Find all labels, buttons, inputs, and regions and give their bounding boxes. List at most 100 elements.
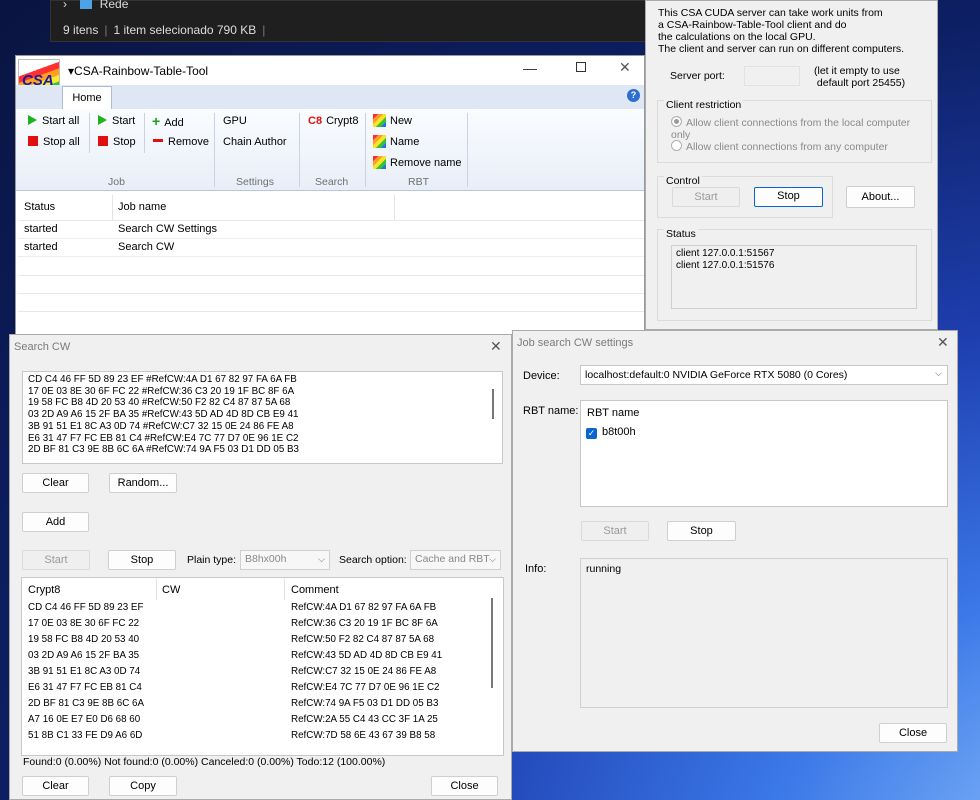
add-button[interactable]: Add	[22, 512, 89, 532]
tab-home[interactable]: Home	[62, 86, 112, 110]
maximize-icon[interactable]	[576, 62, 586, 72]
column-job-name[interactable]: Job name	[118, 201, 166, 213]
close-icon[interactable]: ✕	[490, 338, 502, 355]
crypt8-input-textarea[interactable]: CD C4 46 FF 5D 89 23 EF #RefCW:4A D1 67 …	[22, 371, 503, 464]
device-select[interactable]: localhost:default:0 NVIDIA GeForce RTX 5…	[580, 365, 948, 385]
rbt-item-label: b8t00h	[602, 426, 636, 438]
table-row[interactable]: 03 2D A9 A6 15 2F BA 35 RefCW:43 5D AD 4D…	[22, 648, 490, 664]
chevron-right-icon[interactable]: ›	[63, 0, 67, 11]
plain-type-select[interactable]: B8hx00h ⌵	[240, 550, 330, 570]
results-list: Crypt8 CW Comment CD C4 46 FF 5D 89 23 E…	[21, 577, 504, 756]
job-close-button[interactable]: Close	[879, 723, 947, 743]
table-row[interactable]: CD C4 46 FF 5D 89 23 EF RefCW:4A D1 67 82…	[22, 600, 490, 616]
table-row[interactable]: started Search CW Settings	[18, 221, 644, 239]
table-row[interactable]: A7 16 0E E7 E0 D6 68 60 RefCW:2A 55 C4 43…	[22, 712, 490, 728]
rbt-list: RBT name ✓ b8t00h	[580, 400, 948, 507]
clear-results-button[interactable]: Clear	[22, 776, 89, 796]
table-row[interactable]: E6 31 47 F7 FC EB 81 C4 RefCW:E4 7C 77 D7…	[22, 680, 490, 696]
column-divider	[284, 578, 285, 600]
stop-label: Stop	[113, 136, 136, 148]
search-cw-window: Search CW ✕ CD C4 46 FF 5D 89 23 EF #Ref…	[9, 334, 512, 800]
random-button[interactable]: Random...	[109, 473, 177, 493]
cell-comment: RefCW:50 F2 82 C4 87 87 5A 68	[291, 634, 435, 645]
start-all-label: Start all	[42, 115, 80, 127]
radio-selected-icon	[671, 116, 682, 127]
plus-icon: +	[152, 113, 161, 129]
separator	[467, 113, 468, 187]
rbt-remove-name-label: Remove name	[390, 157, 462, 169]
c8-icon: C8	[308, 115, 323, 127]
rbt-new-button[interactable]: New	[373, 114, 412, 127]
minimize-icon[interactable]: —	[523, 60, 537, 76]
column-crypt8[interactable]: Crypt8	[28, 584, 60, 596]
row-status: started	[24, 223, 58, 235]
close-icon[interactable]: ✕	[937, 334, 949, 351]
file-explorer-window: › Rede 9 itens | 1 item selecionado 790 KB…	[50, 0, 650, 42]
cell-comment: RefCW:7D 58 6E 43 67 39 B8 58	[291, 730, 436, 741]
table-row[interactable]: 2D BF 81 C3 9E 8B 6C 6A RefCW:74 9A F5 03…	[22, 696, 490, 712]
server-status-log: client 127.0.0.1:51567 client 127.0.0.1:…	[671, 245, 917, 309]
cell-crypt8: 03 2D A9 A6 15 2F BA 35	[28, 650, 140, 661]
stop-button[interactable]: Stop	[98, 136, 136, 148]
table-row[interactable]: 51 8B C1 33 FE D9 A6 6D RefCW:7D 58 6E 43…	[22, 728, 490, 744]
nav-item-network[interactable]: Rede	[100, 0, 129, 11]
column-comment[interactable]: Comment	[291, 584, 339, 596]
help-icon[interactable]: ?	[627, 89, 640, 102]
gpu-button[interactable]: GPU	[223, 115, 247, 127]
cell-crypt8: A7 16 0E E7 E0 D6 68 60	[28, 714, 141, 725]
cell-comment: RefCW:4A D1 67 82 97 FA 6A FB	[291, 602, 437, 613]
rbt-name-button[interactable]: Name	[373, 135, 419, 148]
search-cw-title: Search CW	[14, 341, 71, 353]
plain-type-value: B8hx00h	[245, 553, 287, 565]
search-stop-button[interactable]: Stop	[108, 550, 176, 570]
checkbox-checked-icon[interactable]: ✓	[586, 428, 597, 439]
clear-input-button[interactable]: Clear	[22, 473, 89, 493]
copy-button[interactable]: Copy	[109, 776, 177, 796]
stop-all-button[interactable]: Stop all	[28, 136, 80, 148]
rainbow-icon	[373, 156, 386, 169]
radio-local-only[interactable]: Allow client connections from the local …	[671, 116, 931, 141]
server-stop-button[interactable]: Stop	[754, 187, 823, 207]
scrollbar-thumb[interactable]	[491, 598, 493, 688]
radio-any-computer[interactable]: Allow client connections from any comput…	[671, 140, 888, 153]
table-row[interactable]: started Search CW	[18, 239, 644, 257]
remove-job-button[interactable]: Remove	[153, 136, 209, 148]
cell-crypt8: 19 58 FC B8 4D 20 53 40	[28, 634, 140, 645]
cell-crypt8: E6 31 47 F7 FC EB 81 C4	[28, 682, 142, 693]
add-job-button[interactable]: + Add	[152, 113, 184, 129]
device-label: Device:	[523, 370, 560, 382]
rainbow-icon	[373, 135, 386, 148]
job-list: Status Job name started Search CW Settin…	[18, 195, 644, 335]
start-button[interactable]: Start	[98, 115, 135, 127]
crypt8-button[interactable]: C8 Crypt8	[308, 115, 358, 127]
close-icon[interactable]: ✕	[619, 59, 631, 76]
rbt-column-header[interactable]: RBT name	[587, 407, 639, 419]
nav-row[interactable]: › Rede	[63, 0, 128, 11]
table-row[interactable]: 19 58 FC B8 4D 20 53 40 RefCW:50 F2 82 C4…	[22, 632, 490, 648]
job-stop-button[interactable]: Stop	[667, 521, 736, 541]
table-row[interactable]: 3B 91 51 E1 8C A3 0D 74 RefCW:C7 32 15 0E…	[22, 664, 490, 680]
search-option-select[interactable]: Cache and RBT ⌵	[410, 550, 501, 570]
rbt-list-item[interactable]: ✓ b8t00h	[586, 426, 636, 439]
scrollbar-thumb[interactable]	[492, 389, 494, 419]
about-button[interactable]: About...	[846, 186, 915, 208]
server-start-button[interactable]: Start	[672, 187, 740, 207]
info-value: running	[586, 563, 622, 575]
search-close-button[interactable]: Close	[431, 776, 498, 796]
start-all-button[interactable]: Start all	[28, 115, 79, 127]
empty-row-line	[18, 311, 644, 312]
column-cw[interactable]: CW	[162, 584, 180, 596]
separator	[89, 113, 90, 153]
row-job-name: Search CW	[118, 241, 175, 253]
rbt-name-label: Name	[390, 136, 420, 148]
empty-row-line	[18, 293, 644, 294]
column-status[interactable]: Status	[24, 201, 55, 213]
table-row[interactable]: 17 0E 03 8E 30 6F FC 22 RefCW:36 C3 20 19…	[22, 616, 490, 632]
search-start-button[interactable]: Start	[22, 550, 90, 570]
job-start-button[interactable]: Start	[581, 521, 649, 541]
network-icon	[80, 0, 93, 9]
server-port-input[interactable]	[744, 66, 800, 86]
chain-author-button[interactable]: Chain Author	[223, 136, 287, 148]
rainbow-table-tool-window: CSA ▾CSA-Rainbow-Table-Tool — ✕ Home ? S…	[15, 55, 645, 337]
rbt-remove-name-button[interactable]: Remove name	[373, 156, 462, 169]
